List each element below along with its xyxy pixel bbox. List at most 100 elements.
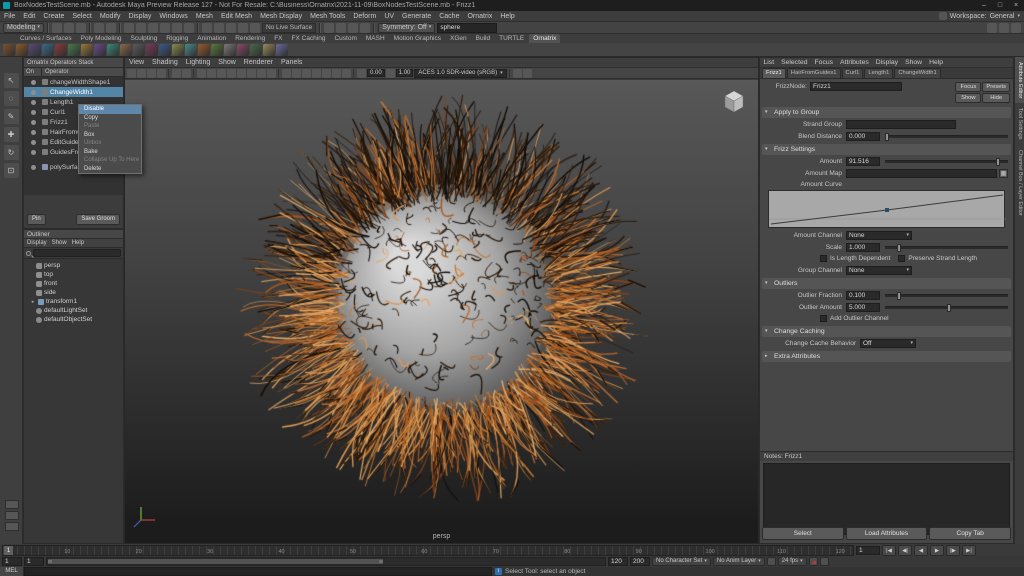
menu-generate[interactable]: Generate: [398, 11, 435, 22]
select-object-icon[interactable]: [136, 23, 146, 33]
section-apply-to-group[interactable]: ▾ Apply to Group: [762, 107, 1011, 118]
command-line-input[interactable]: [24, 567, 492, 576]
current-frame-marker[interactable]: 1: [4, 546, 13, 555]
is-length-dependent-checkbox[interactable]: [820, 255, 827, 262]
operator-enabled-icon[interactable]: [31, 100, 36, 105]
expand-icon[interactable]: ▸: [30, 299, 36, 305]
outliner-item-defaultobjectset[interactable]: defaultObjectSet: [24, 315, 123, 324]
scale-slider[interactable]: [885, 246, 1008, 249]
anim-layer-dropdown[interactable]: No Anim Layer ▾: [713, 557, 765, 566]
preserve-strand-length-checkbox[interactable]: [898, 255, 905, 262]
mute-playback-icon[interactable]: [767, 557, 776, 566]
load-attributes-button[interactable]: Load Attributes: [846, 527, 928, 540]
operator-enabled-icon[interactable]: [31, 80, 36, 85]
hide-button[interactable]: Hide: [982, 93, 1010, 103]
toggle-tool-settings-icon[interactable]: [999, 23, 1009, 33]
select-camera-icon[interactable]: [127, 69, 136, 78]
operator-enabled-icon[interactable]: [31, 120, 36, 125]
use-all-lights-icon[interactable]: [312, 69, 321, 78]
camera-attributes-icon[interactable]: [147, 69, 156, 78]
gamma-field[interactable]: 1.00: [396, 69, 414, 77]
amount-curve-widget[interactable]: [768, 190, 1005, 228]
menu-select[interactable]: Select: [68, 11, 95, 22]
playback-start-field[interactable]: 1: [24, 557, 44, 566]
film-gate-icon[interactable]: [217, 69, 226, 78]
gate-mask-icon[interactable]: [237, 69, 246, 78]
open-scene-icon[interactable]: [64, 23, 74, 33]
resolution-gate-icon[interactable]: [227, 69, 236, 78]
time-slider[interactable]: 1 102030405060708090100110120: [2, 545, 854, 556]
current-time-field[interactable]: 1: [856, 546, 880, 555]
section-frizz-settings[interactable]: ▾ Frizz Settings: [762, 144, 1011, 155]
menu-display[interactable]: Display: [27, 239, 47, 247]
shelf-tab-poly-modeling[interactable]: Poly Modeling: [77, 34, 126, 43]
menu-display[interactable]: Display: [872, 58, 901, 68]
shelf-item-icon[interactable]: [276, 44, 288, 56]
texture-map-button[interactable]: ▦: [999, 169, 1008, 178]
rotate-tool-icon[interactable]: ↻: [4, 145, 19, 160]
menu-lighting[interactable]: Lighting: [182, 58, 215, 68]
presets-button[interactable]: Presets: [982, 82, 1010, 92]
shelf-t Tab-ornatrix[interactable]: Ornatrix: [529, 34, 560, 43]
exposure-icon[interactable]: [357, 69, 366, 78]
shelf-item-icon[interactable]: [172, 44, 184, 56]
menu-selected[interactable]: Selected: [778, 58, 811, 68]
context-menu-item-bake[interactable]: Bake: [79, 148, 141, 157]
add-outlier-channel-checkbox[interactable]: [820, 315, 827, 322]
shelf-item-icon[interactable]: [146, 44, 158, 56]
shelf-item-icon[interactable]: [94, 44, 106, 56]
play-forwards-button[interactable]: ▶: [930, 545, 944, 556]
shelf-item-icon[interactable]: [133, 44, 145, 56]
construction-history-icon[interactable]: [324, 23, 334, 33]
blend-distance-field[interactable]: 0.000: [846, 132, 880, 141]
shelf-tab-motion-graphics[interactable]: Motion Graphics: [390, 34, 445, 43]
shelf-item-icon[interactable]: [42, 44, 54, 56]
shelf-item-icon[interactable]: [16, 44, 28, 56]
menu-set-dropdown[interactable]: Modeling ▾: [3, 23, 44, 33]
menu-edit-mesh[interactable]: Edit Mesh: [217, 11, 256, 22]
shaded-icon[interactable]: [292, 69, 301, 78]
menu-help[interactable]: Help: [496, 11, 518, 22]
image-plane-icon[interactable]: [172, 69, 181, 78]
shelf-item-icon[interactable]: [107, 44, 119, 56]
playback-range-slider[interactable]: [46, 557, 606, 566]
scale-tool-icon[interactable]: ⊡: [4, 163, 19, 178]
tab-curl1[interactable]: Curl1: [842, 68, 864, 78]
menu-panels[interactable]: Panels: [277, 58, 306, 68]
stack-row-selected[interactable]: ChangeWidth1: [24, 87, 123, 97]
go-to-start-button[interactable]: |◀: [882, 545, 896, 556]
outliner-item-front[interactable]: front: [24, 279, 123, 288]
menu-deform[interactable]: Deform: [349, 11, 380, 22]
view-cube-gizmo[interactable]: [720, 88, 748, 116]
shelf-tab-xgen[interactable]: XGen: [446, 34, 471, 43]
menu-shading[interactable]: Shading: [148, 58, 182, 68]
playback-range-bar[interactable]: [48, 559, 383, 564]
render-view-icon[interactable]: [336, 23, 346, 33]
menu-mesh[interactable]: Mesh: [192, 11, 217, 22]
motion-blur-icon[interactable]: [342, 69, 351, 78]
select-button[interactable]: Select: [762, 527, 844, 540]
menu-windows[interactable]: Windows: [155, 11, 191, 22]
playback-end-field[interactable]: 120: [608, 557, 628, 566]
section-change-caching[interactable]: ▾ Change Caching: [762, 326, 1011, 337]
blend-distance-slider[interactable]: [885, 135, 1008, 138]
shelf-tab-fx-caching[interactable]: FX Caching: [288, 34, 330, 43]
shelf-item-icon[interactable]: [3, 44, 15, 56]
toggle-channel-box-icon[interactable]: [1011, 23, 1021, 33]
menu-renderer[interactable]: Renderer: [240, 58, 277, 68]
shelf-item-icon[interactable]: [29, 44, 41, 56]
shelf-item-icon[interactable]: [159, 44, 171, 56]
menu-create[interactable]: Create: [39, 11, 68, 22]
outliner-item-defaultlightset[interactable]: defaultLightSet: [24, 306, 123, 315]
menu-file[interactable]: File: [0, 11, 19, 22]
snap-to-point-icon[interactable]: [226, 23, 236, 33]
save-scene-icon[interactable]: [76, 23, 86, 33]
tab-frizz1[interactable]: Frizz1: [762, 68, 786, 78]
paint-select-tool-icon[interactable]: ✎: [4, 109, 19, 124]
menu-mesh-display[interactable]: Mesh Display: [256, 11, 306, 22]
auto-keyframe-icon[interactable]: [809, 557, 818, 566]
safe-action-icon[interactable]: [257, 69, 266, 78]
animation-end-field[interactable]: 200: [630, 557, 650, 566]
textured-icon[interactable]: [302, 69, 311, 78]
animation-start-field[interactable]: 1: [2, 557, 22, 566]
